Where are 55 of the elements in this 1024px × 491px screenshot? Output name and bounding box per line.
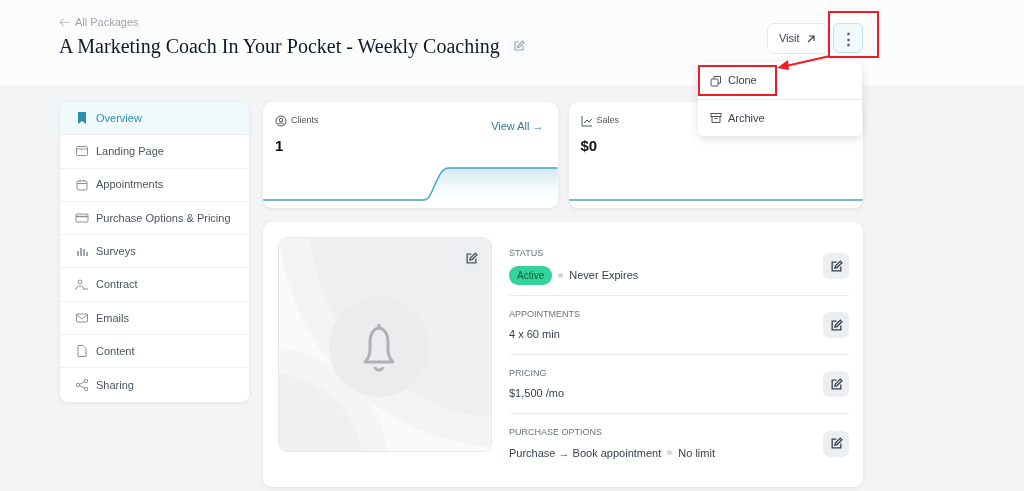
external-link-icon — [805, 33, 816, 44]
stat-value: 1 — [275, 136, 284, 156]
archive-box-icon — [710, 112, 722, 124]
field-value: No limit — [678, 445, 715, 461]
visit-button[interactable]: Visit — [766, 23, 828, 54]
field-label: PRICING — [509, 366, 548, 380]
edit-button[interactable] — [823, 253, 849, 279]
calendar-icon — [75, 177, 89, 192]
more-button[interactable]: ⋮ — [833, 23, 863, 53]
document-icon — [75, 344, 89, 359]
field-label: PURCHASE OPTIONS — [509, 426, 603, 439]
bookmark-icon — [75, 111, 89, 126]
highlight-frame — [828, 11, 879, 58]
field-value: Never Expires — [569, 268, 639, 283]
stat-value: $0 — [580, 136, 598, 156]
field-label: STATUS — [509, 247, 545, 261]
edit-button[interactable] — [823, 430, 849, 457]
view-all-link[interactable]: View All → — [491, 118, 544, 135]
pencil-icon — [829, 377, 843, 391]
field-value: $1,500 /mo — [509, 386, 565, 401]
pencil-icon — [829, 259, 843, 273]
field-label: APPOINTMENTS — [509, 307, 580, 321]
sidebar-item[interactable]: Contract — [60, 268, 249, 302]
pencil-icon — [464, 251, 478, 265]
page-title: A Marketing Coach In Your Pocket - Weekly Coaching — [59, 34, 500, 58]
separator-dot — [667, 450, 673, 456]
copy-icon — [710, 74, 722, 87]
sidebar-item[interactable]: Purchase Options & Pricing — [60, 201, 249, 236]
sidebar-item[interactable]: Content — [60, 335, 249, 369]
sidebar-item[interactable]: Surveys — [60, 235, 249, 269]
pencil-icon — [829, 318, 843, 332]
user-circle-icon — [275, 114, 287, 127]
arrow-left-icon — [59, 17, 71, 27]
field-value: Purchase → Book appointment — [509, 445, 662, 461]
edit-button[interactable] — [823, 312, 849, 338]
sidebar-item[interactable]: Landing Page — [60, 135, 249, 169]
sidebar-item[interactable]: Emails — [60, 301, 249, 336]
sidebar-item[interactable]: Appointments — [60, 168, 249, 202]
sidebar-item[interactable]: Overview — [60, 102, 249, 136]
credit-card-icon — [75, 211, 89, 226]
stat-label: Clients — [291, 114, 319, 127]
field-value: 4 x 60 min — [509, 327, 560, 342]
edit-button[interactable] — [823, 371, 849, 397]
line-chart-icon — [580, 114, 593, 127]
separator-dot — [558, 272, 564, 278]
status-badge: Active — [509, 265, 553, 285]
pencil-icon — [513, 40, 525, 52]
signature-icon — [75, 277, 89, 292]
stat-label: Sales — [596, 114, 619, 127]
share-icon — [75, 378, 89, 392]
sidebar-item[interactable]: Sharing — [60, 368, 249, 402]
browser-window-icon — [75, 144, 89, 159]
menu-item[interactable]: Clone — [698, 65, 777, 96]
envelope-icon — [75, 310, 89, 325]
pencil-icon — [829, 437, 843, 450]
